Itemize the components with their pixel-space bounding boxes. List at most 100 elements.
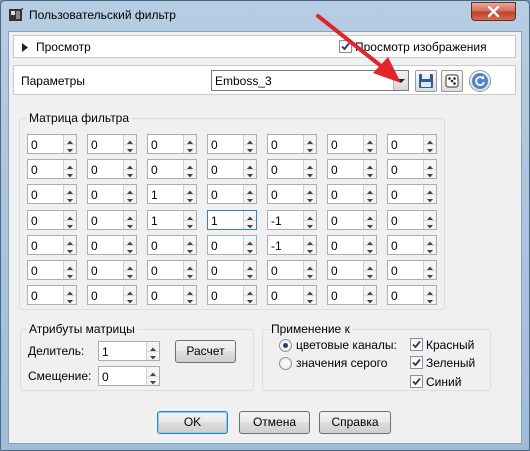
spin-down-icon[interactable]	[184, 220, 196, 229]
spin-down-icon[interactable]	[184, 245, 196, 254]
matrix-cell-stepper[interactable]: 0	[267, 184, 317, 204]
matrix-cell-stepper[interactable]: 0	[147, 285, 197, 305]
spin-down-icon[interactable]	[184, 295, 196, 304]
spin-down-icon[interactable]	[64, 245, 76, 254]
matrix-cell-stepper[interactable]: 0	[327, 134, 377, 154]
spin-down-icon[interactable]	[424, 245, 436, 254]
matrix-cell-stepper[interactable]: 0	[27, 285, 77, 305]
spin-down-icon[interactable]	[304, 169, 316, 178]
matrix-cell-stepper[interactable]: -1	[267, 210, 317, 230]
ok-button[interactable]: OK	[157, 411, 228, 434]
spin-down-icon[interactable]	[364, 220, 376, 229]
spin-down-icon[interactable]	[424, 144, 436, 153]
matrix-cell-stepper[interactable]: 0	[387, 235, 437, 255]
spin-down-icon[interactable]	[364, 270, 376, 279]
green-channel-label[interactable]: Зеленый	[426, 356, 475, 370]
matrix-cell-stepper[interactable]: 0	[87, 285, 137, 305]
spin-down-icon[interactable]	[184, 169, 196, 178]
matrix-cell-stepper[interactable]: 0	[27, 260, 77, 280]
spin-down-icon[interactable]	[244, 169, 256, 178]
matrix-cell-stepper[interactable]: 0	[267, 159, 317, 179]
matrix-cell-stepper[interactable]: 0	[387, 134, 437, 154]
green-channel-checkbox[interactable]	[410, 356, 423, 369]
spin-down-icon[interactable]	[124, 295, 136, 304]
title-bar[interactable]: Пользовательский фильтр	[1, 1, 529, 31]
spin-down-icon[interactable]	[64, 194, 76, 203]
reset-preset-button[interactable]	[469, 70, 491, 92]
blue-channel-label[interactable]: Синий	[426, 375, 461, 389]
spin-down-icon[interactable]	[424, 220, 436, 229]
matrix-cell-stepper[interactable]: 0	[387, 260, 437, 280]
spin-down-icon[interactable]	[244, 270, 256, 279]
matrix-cell-stepper[interactable]: 0	[327, 210, 377, 230]
spin-down-icon[interactable]	[244, 194, 256, 203]
spin-down-icon[interactable]	[364, 245, 376, 254]
matrix-cell-stepper[interactable]: 0	[147, 260, 197, 280]
spin-down-icon[interactable]	[244, 144, 256, 153]
spin-down-icon[interactable]	[64, 169, 76, 178]
spin-down-icon[interactable]	[424, 270, 436, 279]
matrix-cell-stepper[interactable]: 0	[267, 134, 317, 154]
matrix-cell-stepper[interactable]: 0	[207, 285, 257, 305]
color-channels-radio[interactable]	[279, 339, 292, 352]
spin-down-icon[interactable]	[364, 169, 376, 178]
matrix-cell-stepper[interactable]: 0	[267, 285, 317, 305]
spin-down-icon[interactable]	[424, 295, 436, 304]
gray-values-radio[interactable]	[279, 357, 292, 370]
red-channel-label[interactable]: Красный	[426, 338, 474, 352]
matrix-cell-stepper[interactable]: 0	[27, 184, 77, 204]
spin-down-icon[interactable]	[184, 194, 196, 203]
red-channel-checkbox[interactable]	[410, 338, 423, 351]
matrix-cell-stepper[interactable]: 0	[87, 184, 137, 204]
spin-down-icon[interactable]	[244, 295, 256, 304]
preview-label[interactable]: Просмотр	[36, 40, 91, 54]
save-preset-button[interactable]	[415, 70, 437, 92]
divisor-stepper[interactable]: 1	[98, 341, 160, 361]
matrix-cell-stepper[interactable]: 0	[27, 210, 77, 230]
matrix-cell-stepper[interactable]: 0	[207, 134, 257, 154]
random-preset-button[interactable]	[441, 70, 463, 92]
spin-down-icon[interactable]	[124, 245, 136, 254]
matrix-cell-stepper[interactable]: 1	[147, 184, 197, 204]
spin-down-icon[interactable]	[424, 169, 436, 178]
spin-down-icon[interactable]	[244, 245, 256, 254]
matrix-cell-stepper[interactable]: 0	[27, 134, 77, 154]
matrix-cell-stepper[interactable]: 0	[207, 260, 257, 280]
matrix-cell-stepper[interactable]: 0	[147, 235, 197, 255]
spin-down-icon[interactable]	[304, 295, 316, 304]
spin-down-icon[interactable]	[124, 270, 136, 279]
matrix-cell-stepper[interactable]: 0	[87, 235, 137, 255]
spin-down-icon[interactable]	[304, 194, 316, 203]
matrix-cell-stepper[interactable]: 0	[327, 184, 377, 204]
matrix-cell-stepper[interactable]: 0	[387, 210, 437, 230]
matrix-cell-stepper[interactable]: 0	[327, 235, 377, 255]
gray-values-label[interactable]: значения серого	[296, 356, 387, 370]
spin-down-icon[interactable]	[124, 220, 136, 229]
spin-down-icon[interactable]	[64, 270, 76, 279]
matrix-cell-stepper[interactable]: 0	[327, 260, 377, 280]
spin-down-icon[interactable]	[147, 376, 159, 385]
matrix-cell-stepper[interactable]: 0	[87, 260, 137, 280]
matrix-cell-stepper[interactable]: 0	[87, 210, 137, 230]
spin-down-icon[interactable]	[304, 270, 316, 279]
spin-down-icon[interactable]	[424, 194, 436, 203]
spin-down-icon[interactable]	[64, 295, 76, 304]
matrix-cell-stepper[interactable]: 0	[27, 235, 77, 255]
spin-down-icon[interactable]	[304, 220, 316, 229]
matrix-cell-stepper[interactable]: -1	[267, 235, 317, 255]
spin-down-icon[interactable]	[304, 144, 316, 153]
spin-down-icon[interactable]	[147, 351, 159, 360]
matrix-cell-stepper[interactable]: 0	[387, 184, 437, 204]
spin-down-icon[interactable]	[124, 144, 136, 153]
matrix-cell-stepper[interactable]: 0	[267, 260, 317, 280]
spin-down-icon[interactable]	[364, 194, 376, 203]
matrix-cell-stepper[interactable]: 0	[387, 159, 437, 179]
matrix-cell-stepper[interactable]: 0	[27, 159, 77, 179]
cancel-button[interactable]: Отмена	[239, 411, 310, 434]
offset-stepper[interactable]: 0	[98, 366, 160, 386]
matrix-cell-stepper[interactable]: 0	[327, 159, 377, 179]
color-channels-label[interactable]: цветовые каналы:	[296, 338, 397, 352]
matrix-cell-stepper[interactable]: 0	[87, 159, 137, 179]
expand-arrow-icon[interactable]	[22, 41, 28, 55]
matrix-cell-stepper[interactable]: 0	[207, 235, 257, 255]
